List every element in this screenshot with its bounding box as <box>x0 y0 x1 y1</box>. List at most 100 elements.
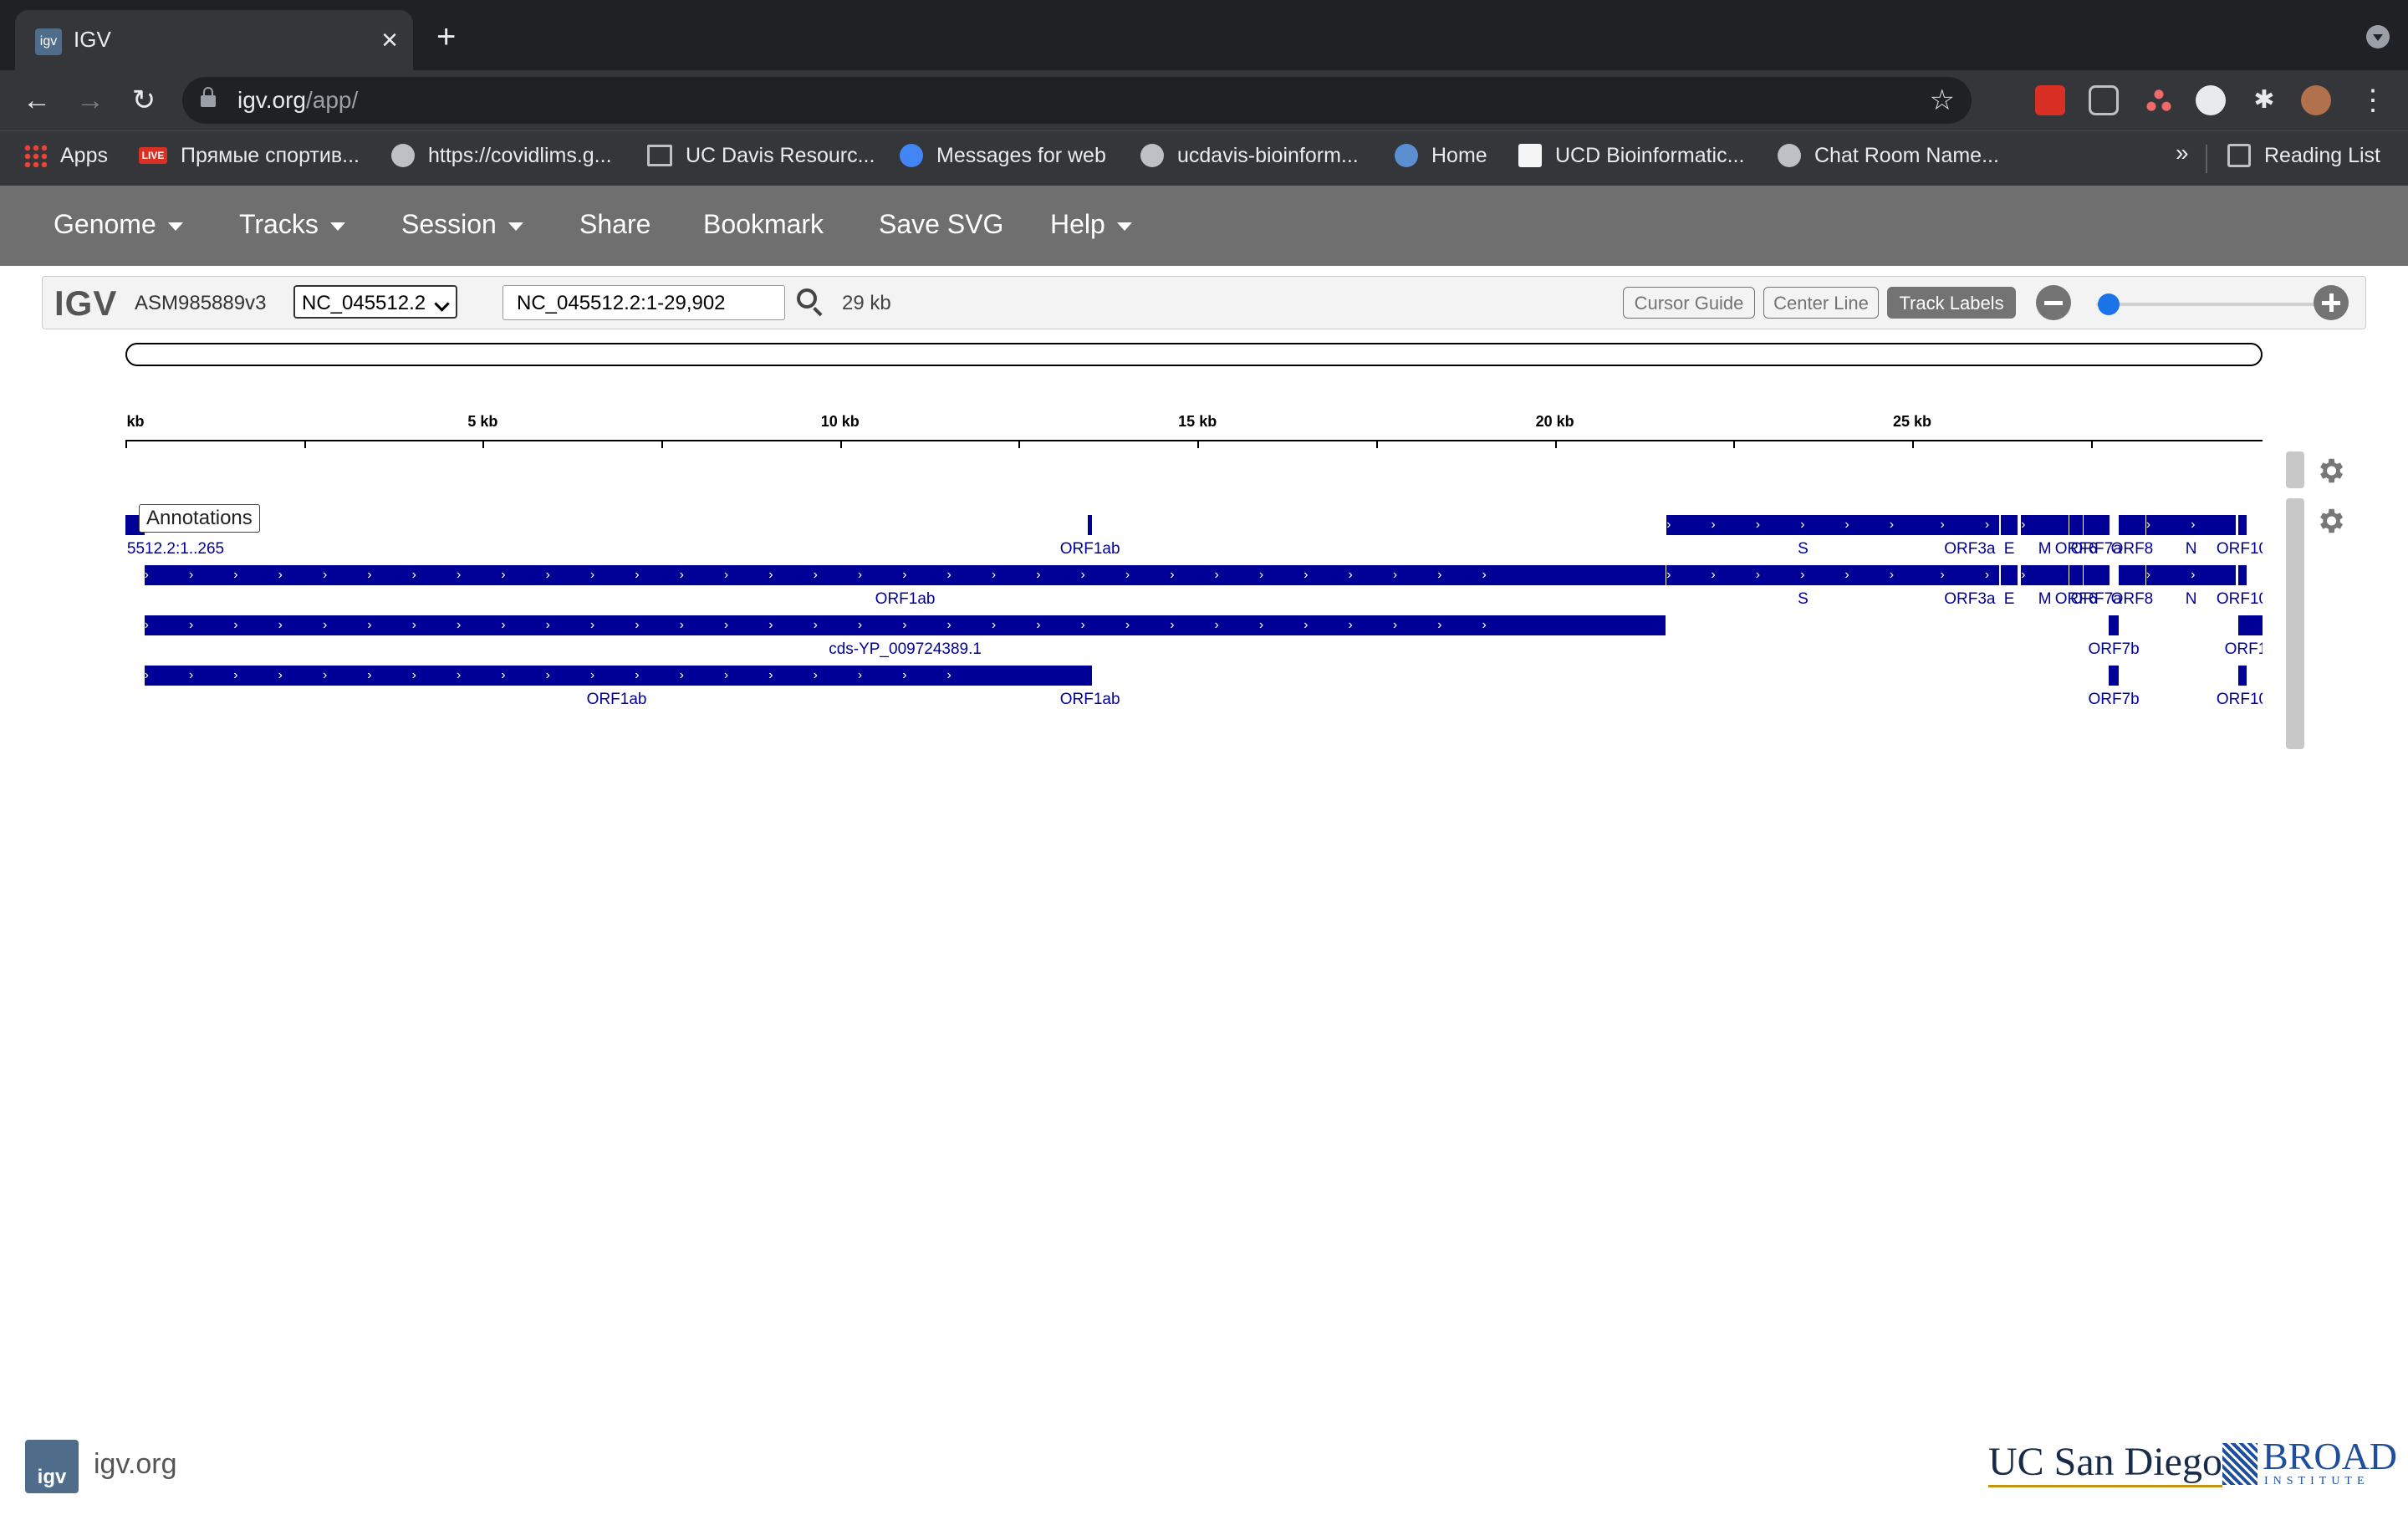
bookmark-chat-room[interactable]: Chat Room Name... <box>1778 143 1999 168</box>
feature-bar[interactable] <box>2083 515 2110 535</box>
bookmarks-overflow-icon[interactable]: » <box>2176 140 2189 166</box>
extension-mendeley-icon[interactable] <box>2035 85 2065 115</box>
bookmark-covidlims[interactable]: https://covidlims.g... <box>391 143 612 168</box>
feature-bar[interactable]: ›››››› <box>1666 565 1940 585</box>
feature-bar[interactable]: ›› <box>2145 565 2237 585</box>
ruler-tick <box>1375 440 1378 448</box>
feature-bar[interactable] <box>1088 515 1093 535</box>
feature-bar[interactable]: › <box>2021 565 2069 585</box>
feature-bar[interactable] <box>2237 615 2263 635</box>
profile-avatar[interactable] <box>2301 85 2331 115</box>
chromosome-ideogram[interactable] <box>125 343 2263 366</box>
bookmark-star-icon[interactable]: ☆ <box>1930 84 1955 117</box>
bookmark-apps[interactable]: Apps <box>23 143 108 168</box>
feature-label: ORF8 <box>2110 590 2154 608</box>
live-icon: LIVE <box>139 147 167 165</box>
menu-bookmark[interactable]: Bookmark <box>703 209 824 240</box>
ruler-tick-label: 5 kb <box>467 413 498 430</box>
url-text[interactable]: igv.org/app/ <box>237 87 358 114</box>
menu-share[interactable]: Share <box>579 209 650 240</box>
cursor-guide-button[interactable]: Cursor Guide <box>1623 287 1755 319</box>
feature-bar[interactable]: ›››››› <box>1666 515 1940 535</box>
feature-bar[interactable]: ›› <box>2145 515 2237 535</box>
ruler-tick <box>1018 440 1021 448</box>
center-line-button[interactable]: Center Line <box>1763 287 1879 319</box>
close-tab-icon[interactable]: × <box>381 22 398 59</box>
reading-list[interactable]: Reading List <box>2227 143 2380 168</box>
locus-search-input[interactable]: NC_045512.2:1-29,902 <box>503 285 785 320</box>
ucsd-logo[interactable]: UC San Diego <box>1988 1440 2222 1487</box>
feature-bar[interactable] <box>2119 515 2145 535</box>
ruler-tick-label: 25 kb <box>1892 413 1931 430</box>
genome-id: ASM985889v3 <box>135 292 267 314</box>
bookmark-ucd-bioinformatics[interactable]: UCD Bioinformatic... <box>1518 143 1744 168</box>
feature-bar[interactable] <box>2001 565 2018 585</box>
search-icon[interactable] <box>797 288 817 309</box>
feature-label: ORF1ab <box>1059 540 1120 558</box>
caret-down-icon <box>167 222 183 231</box>
feature-bar[interactable]: ›› <box>1940 565 2000 585</box>
menu-tracks[interactable]: Tracks <box>239 209 345 240</box>
bookmark-live-sports[interactable]: LIVE Прямые спортив... <box>139 143 360 168</box>
feature-bar[interactable] <box>2237 666 2247 686</box>
track-labels-button[interactable]: Track Labels <box>1887 287 2016 319</box>
menu-save-svg[interactable]: Save SVG <box>879 209 1003 240</box>
igv-org-link[interactable]: igv.org <box>94 1448 177 1481</box>
feature-bar[interactable] <box>2119 565 2145 585</box>
zoom-in-icon[interactable] <box>2314 285 2349 320</box>
menu-genome[interactable]: Genome <box>54 209 183 240</box>
feature-bar[interactable] <box>2083 565 2110 585</box>
caret-down-icon <box>1116 222 1132 231</box>
zoom-slider[interactable] <box>2096 303 2339 306</box>
forward-arrow-icon[interactable]: → <box>72 82 109 119</box>
bookmark-ucdavis-resources[interactable]: UC Davis Resourc... <box>647 143 875 168</box>
ruler-tick-label: 20 kb <box>1535 413 1574 430</box>
messages-icon <box>900 144 923 168</box>
caret-down-icon <box>329 222 345 231</box>
menu-session[interactable]: Session <box>401 209 523 240</box>
reload-icon[interactable]: ↻ <box>125 82 162 119</box>
gear-icon[interactable] <box>2314 505 2346 537</box>
zoom-out-icon[interactable] <box>2036 285 2071 320</box>
feature-bar[interactable] <box>2109 666 2119 686</box>
feature-bar[interactable] <box>2237 565 2247 585</box>
gear-icon[interactable] <box>2314 455 2346 487</box>
onepassword-icon[interactable] <box>2196 85 2226 115</box>
back-arrow-icon[interactable]: ← <box>18 82 55 119</box>
address-bar[interactable]: igv.org/app/ ☆ <box>182 77 1972 124</box>
feature-bar[interactable]: › <box>2021 515 2069 535</box>
extensions-puzzle-icon[interactable]: ✱ <box>2249 85 2279 115</box>
pocket-icon[interactable] <box>2089 85 2119 115</box>
feature-bar[interactable] <box>2069 565 2083 585</box>
genomic-ruler[interactable]: kb 5 kb 10 kb 15 kb 20 kb 25 kb <box>125 401 2263 451</box>
ruler-track-scrollbar[interactable] <box>2286 451 2304 488</box>
tab-search-icon[interactable] <box>2366 25 2390 48</box>
asana-icon[interactable] <box>2144 85 2174 115</box>
feature-bar[interactable] <box>2237 515 2247 535</box>
menu-help[interactable]: Help <box>1050 209 1132 240</box>
lock-icon[interactable] <box>201 87 216 107</box>
feature-bar[interactable] <box>2001 515 2018 535</box>
feature-label: ORF1ab <box>586 691 647 708</box>
bookmark-home[interactable]: Home <box>1395 143 1487 168</box>
zoom-slider-thumb[interactable] <box>2097 293 2120 315</box>
bookmark-messages[interactable]: Messages for web <box>900 143 1106 168</box>
browser-menu-icon[interactable]: ⋮ <box>2354 82 2391 119</box>
annotation-track[interactable]: 5512.2:1..265ORF1ab ››››››S ››ORF3aE ›MO… <box>125 502 2263 736</box>
feature-bar[interactable]: ››››››››››››››››››››››››››››››› <box>144 615 1666 635</box>
bookmark-ucdavis-bioinform[interactable]: ucdavis-bioinform... <box>1140 143 1359 168</box>
browser-tabstrip: igv IGV × + <box>0 0 2408 70</box>
annotation-track-scrollbar[interactable] <box>2286 498 2304 749</box>
browser-tab[interactable]: igv IGV × <box>15 10 413 70</box>
feature-label: M <box>2038 590 2052 608</box>
feature-bar[interactable]: ››››››››››››››››››› <box>144 666 1089 686</box>
feature-label: ORF10 <box>2216 590 2263 608</box>
feature-bar[interactable] <box>2109 615 2119 635</box>
igv-logo-icon[interactable]: igv <box>25 1440 79 1493</box>
feature-bar[interactable] <box>2069 515 2083 535</box>
chromosome-select[interactable]: NC_045512.2 <box>293 285 457 319</box>
feature-bar[interactable]: ›› <box>1940 515 2000 535</box>
feature-bar[interactable]: ››››››››››››››››››››››››››››››› <box>144 565 1666 585</box>
feature-bar[interactable] <box>1088 666 1093 686</box>
new-tab-icon[interactable]: + <box>436 20 456 54</box>
